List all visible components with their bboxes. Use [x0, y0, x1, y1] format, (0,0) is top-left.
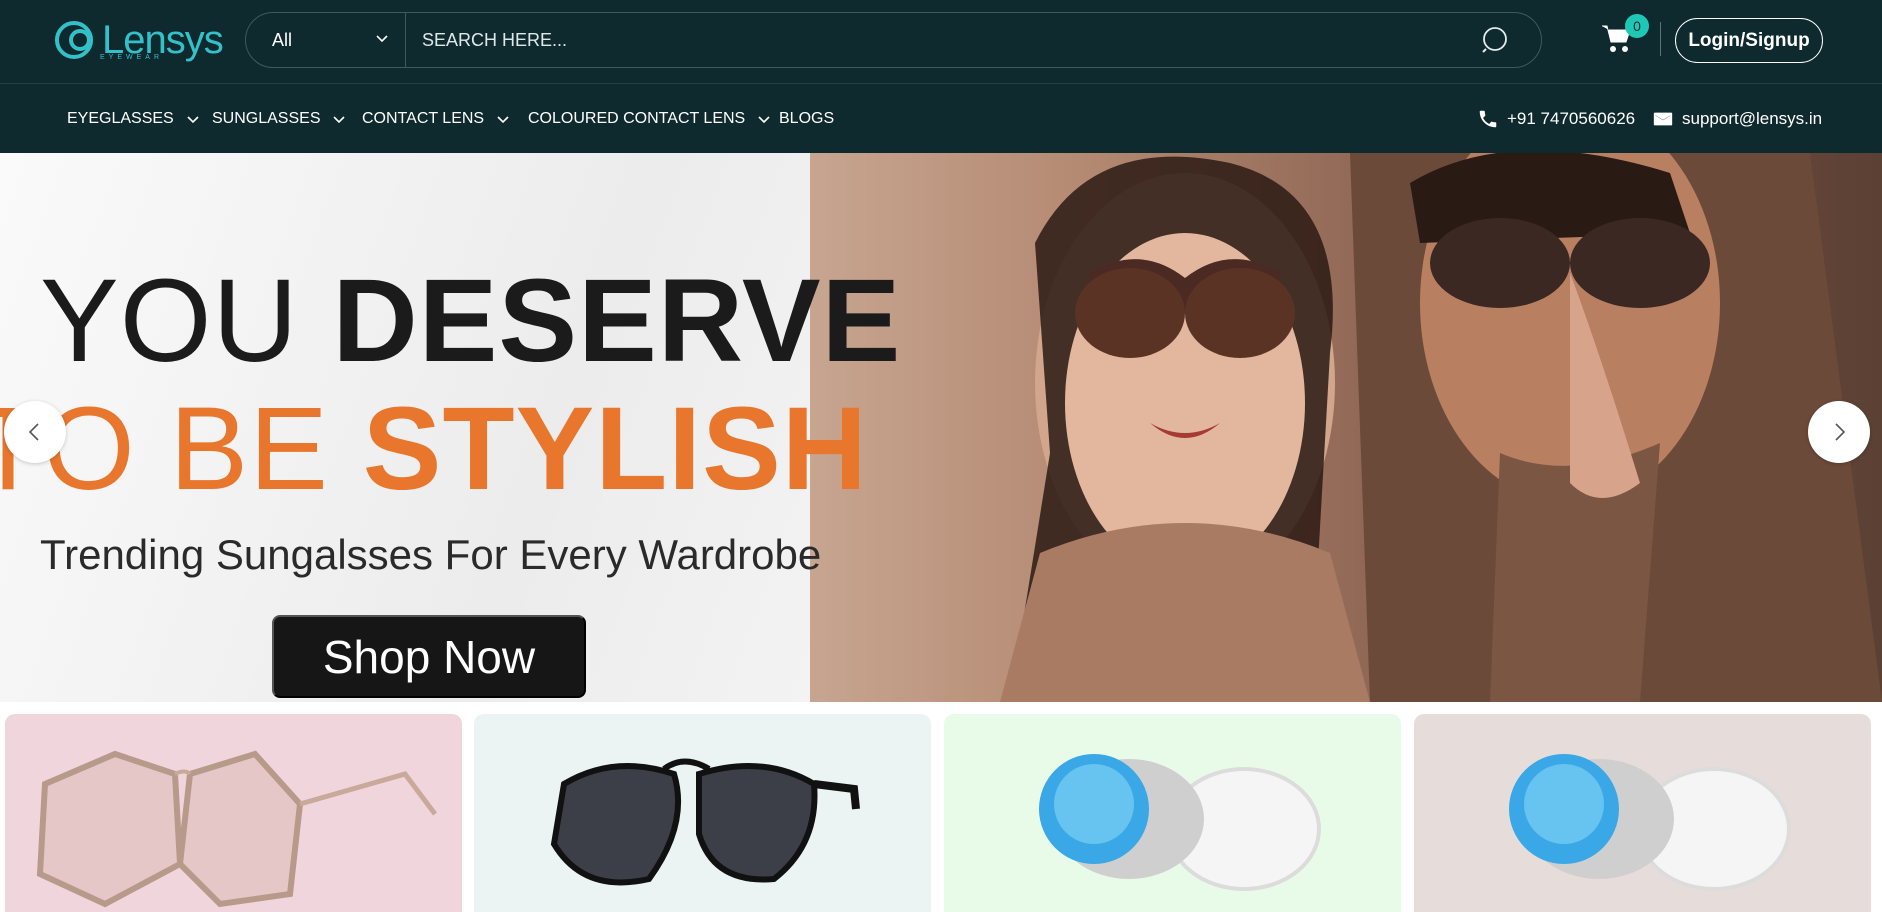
- category-card-sunglasses[interactable]: [474, 714, 931, 912]
- chevron-down-icon: [758, 115, 770, 123]
- nav-item-eyeglasses[interactable]: EYEGLASSES: [67, 84, 200, 153]
- nav-item-blogs[interactable]: BLOGS: [779, 84, 834, 153]
- login-signup-button[interactable]: Login/Signup: [1675, 18, 1823, 63]
- contact-email-text: support@lensys.in: [1682, 108, 1823, 128]
- category-card-coloured-contact-lens[interactable]: [1414, 714, 1871, 912]
- shop-now-button[interactable]: Shop Now: [272, 615, 586, 698]
- category-card-eyeglasses[interactable]: [5, 714, 462, 912]
- eyeglasses-image: [36, 750, 437, 908]
- hero-heading-bold: STYLISH: [362, 383, 869, 515]
- logo-tagline: EYEWEAR: [100, 54, 164, 61]
- chevron-down-icon: [187, 115, 199, 123]
- nav-item-label: CONTACT LENS: [362, 109, 485, 127]
- nav-item-label: SUNGLASSES: [212, 109, 321, 127]
- category-cards: [0, 714, 1882, 912]
- chevron-down-icon: [376, 35, 388, 43]
- chevron-down-icon: [497, 115, 509, 123]
- top-bar: Lensys EYEWEAR All 0 Login/Signup: [0, 0, 1882, 84]
- coloured-lens-case-image: [1509, 754, 1791, 891]
- search-icon[interactable]: [1473, 18, 1517, 62]
- hero-subtitle: Trending Sungalsses For Every Wardrobe: [40, 531, 822, 578]
- main-nav: EYEGLASSES SUNGLASSES CONTACT LENS COLOU…: [0, 84, 1882, 153]
- contact-phone-text: +91 7470560626: [1507, 108, 1636, 128]
- carousel-prev-button[interactable]: [4, 401, 66, 463]
- search-category-value: All: [272, 29, 293, 50]
- search-input[interactable]: [406, 13, 1473, 67]
- chevron-left-icon: [28, 423, 39, 441]
- nav-item-coloured-contact-lens[interactable]: COLOURED CONTACT LENS: [528, 84, 771, 153]
- hero-heading-line-2: TO BE STYLISH: [0, 381, 868, 517]
- contact-email[interactable]: support@lensys.in: [1652, 84, 1822, 153]
- hero-heading-light: YOU: [40, 255, 299, 387]
- hero-banner: YOU DESERVE TO BE STYLISH Trending Sunga…: [0, 153, 1882, 702]
- chevron-down-icon: [333, 115, 346, 123]
- nav-item-label: BLOGS: [779, 109, 835, 127]
- carousel-next-button[interactable]: [1808, 401, 1870, 463]
- hero-heading-bold: DESERVE: [332, 255, 902, 387]
- chevron-right-icon: [1835, 423, 1846, 441]
- logo-icon: [55, 21, 93, 59]
- contact-phone[interactable]: +91 7470560626: [1477, 84, 1635, 153]
- mail-icon: [1653, 112, 1673, 125]
- category-card-contact-lens[interactable]: [944, 714, 1401, 912]
- nav-item-label: COLOURED CONTACT LENS: [528, 109, 746, 127]
- search-category-select[interactable]: All: [246, 13, 406, 67]
- sunglasses-image: [550, 758, 860, 886]
- hero-model-photo: [810, 153, 1882, 702]
- phone-icon: [1479, 110, 1497, 127]
- nav-item-contact-lens[interactable]: CONTACT LENS: [362, 84, 510, 153]
- cart-count-badge: 0: [1625, 14, 1649, 38]
- search-bar: All: [245, 12, 1542, 68]
- nav-item-label: EYEGLASSES: [67, 109, 174, 127]
- divider: [1660, 22, 1661, 56]
- nav-item-sunglasses[interactable]: SUNGLASSES: [212, 84, 346, 153]
- contact-lens-case-image: [1039, 754, 1321, 891]
- hero-heading-line-1: YOU DESERVE: [40, 253, 901, 389]
